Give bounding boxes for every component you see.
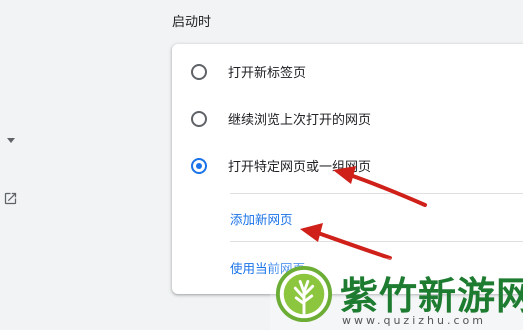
option-specific-pages[interactable]: 打开特定网页或一组网页 [172, 145, 523, 185]
section-title: 启动时 [172, 15, 212, 30]
option-label: 继续浏览上次打开的网页 [228, 113, 372, 128]
bamboo-logo-icon [275, 265, 333, 323]
sidebar [0, 0, 160, 330]
option-continue[interactable]: 继续浏览上次打开的网页 [172, 98, 523, 138]
chevron-down-icon[interactable] [7, 138, 15, 143]
radio-specific-pages[interactable] [191, 158, 207, 174]
radio-new-tab[interactable] [191, 64, 207, 80]
option-label: 打开新标签页 [228, 66, 307, 81]
option-new-tab[interactable]: 打开新标签页 [172, 51, 523, 91]
divider [230, 241, 523, 242]
divider [230, 193, 523, 194]
option-label: 打开特定网页或一组网页 [228, 160, 372, 175]
startup-card: 打开新标签页 继续浏览上次打开的网页 打开特定网页或一组网页 添加新网页 使用当… [172, 44, 523, 294]
watermark-url: www.quzizhu.com [342, 314, 486, 327]
add-new-page-link[interactable]: 添加新网页 [230, 209, 293, 228]
open-in-new-icon[interactable] [3, 191, 18, 206]
radio-continue[interactable] [191, 111, 207, 127]
watermark-brand: 紫竹新游网 [340, 274, 523, 318]
